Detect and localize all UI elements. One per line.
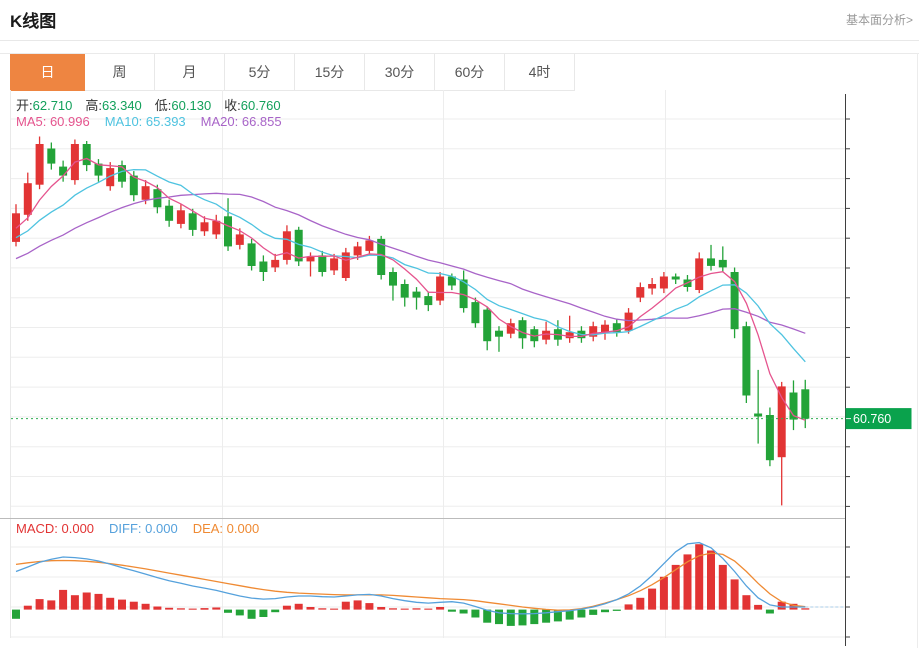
- ma-item: MA5: 60.996: [16, 114, 90, 129]
- tab-30min[interactable]: 30分: [365, 54, 435, 91]
- candlesticks: [12, 137, 809, 506]
- interval-tabs: 日周月5分15分30分60分4时: [10, 54, 919, 91]
- price-axis: 80.66178.68276.70374.72372.74470.76468.7…: [846, 90, 891, 646]
- ohlc-item: 收:60.760: [224, 95, 280, 114]
- interval-tabbar: 日周月5分15分30分60分4时: [0, 53, 919, 91]
- ma20-line: [16, 193, 805, 333]
- ohlc-item: 开:62.710: [16, 95, 72, 114]
- macd-histogram: [12, 544, 809, 626]
- kline-page: K线图 基本面分析> 日周月5分15分30分60分4时 80.66178.682…: [0, 0, 919, 648]
- page-title: K线图: [10, 7, 56, 32]
- tab-60min[interactable]: 60分: [435, 54, 505, 91]
- tab-day[interactable]: 日: [10, 54, 85, 91]
- ma-item: MA20: 66.855: [201, 114, 282, 129]
- kline-chart-canvas[interactable]: 80.66178.68276.70374.72372.74470.76468.7…: [0, 90, 919, 648]
- tab-15min[interactable]: 15分: [295, 54, 365, 91]
- ohlc-item: 低:60.130: [155, 95, 211, 114]
- ma-item: MA10: 65.393: [105, 114, 186, 129]
- gridlines: [0, 90, 845, 638]
- macd-item: MACD: 0.000: [16, 521, 94, 536]
- tab-month[interactable]: 月: [155, 54, 225, 91]
- tab-4hour[interactable]: 4时: [505, 54, 575, 91]
- ohlc-info-row: 开:62.710 高:63.340 低:60.130 收:60.760: [16, 95, 294, 114]
- macd-item: DIFF: 0.000: [109, 521, 178, 536]
- ohlc-item: 高:63.340: [85, 95, 141, 114]
- tab-5min[interactable]: 5分: [225, 54, 295, 91]
- tab-week[interactable]: 周: [85, 54, 155, 91]
- macd-info-row: MACD: 0.000 DIFF: 0.000 DEA: 0.000: [16, 521, 274, 536]
- ma-info-row: MA5: 60.996 MA10: 65.393 MA20: 66.855: [16, 114, 297, 129]
- fundamental-analysis-link[interactable]: 基本面分析>: [846, 11, 913, 28]
- current-price-badge: 60.760: [846, 408, 912, 429]
- macd-item: DEA: 0.000: [193, 521, 260, 536]
- svg-text:60.760: 60.760: [853, 412, 891, 426]
- kline-chart[interactable]: 80.66178.68276.70374.72372.74470.76468.7…: [0, 90, 919, 648]
- macd-axis-label: -1.041: [852, 90, 887, 93]
- header-divider: [0, 40, 919, 41]
- page-right-border: [917, 53, 918, 648]
